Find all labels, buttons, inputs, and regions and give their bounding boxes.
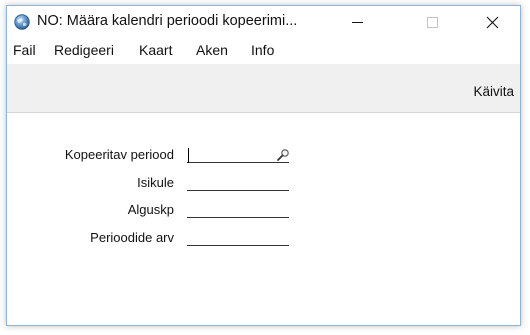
text-cursor [188,148,189,163]
app-window: NO: Määra kalendri perioodi kopeerimi...… [6,5,521,326]
menu-fail[interactable]: Fail [13,42,36,58]
alguskp-input[interactable] [187,202,289,218]
menu-info[interactable]: Info [251,42,274,58]
perioodide-arv-input[interactable] [187,230,289,246]
menu-bar: Fail Redigeeri Kaart Aken Info [7,38,520,62]
isikule-input[interactable] [187,175,289,191]
field-label-kopeeritav-periood: Kopeeritav periood [64,147,174,162]
field-label-isikule: Isikule [137,175,174,190]
form-area: Kopeeritav periood Isikule Alguskp Perio… [7,113,520,325]
toolbar: Käivita [7,64,520,113]
title-bar[interactable]: NO: Määra kalendri perioodi kopeerimi... [7,6,520,38]
maximize-button[interactable] [410,6,456,38]
minimize-button[interactable] [334,6,380,38]
minimize-icon [352,22,363,23]
field-label-alguskp: Alguskp [127,202,174,217]
globe-icon [14,14,30,30]
maximize-icon [427,17,438,28]
window-title: NO: Määra kalendri perioodi kopeerimi... [37,13,298,29]
menu-redigeeri[interactable]: Redigeeri [54,42,114,58]
menu-kaart[interactable]: Kaart [139,42,172,58]
menu-aken[interactable]: Aken [196,42,228,58]
search-icon[interactable] [276,148,290,162]
kopeeritav-periood-input[interactable] [187,147,289,163]
close-icon [486,16,499,29]
field-label-perioodide-arv: Perioodide arv [90,230,174,245]
close-button[interactable] [470,6,516,38]
run-button[interactable]: Käivita [473,84,514,99]
